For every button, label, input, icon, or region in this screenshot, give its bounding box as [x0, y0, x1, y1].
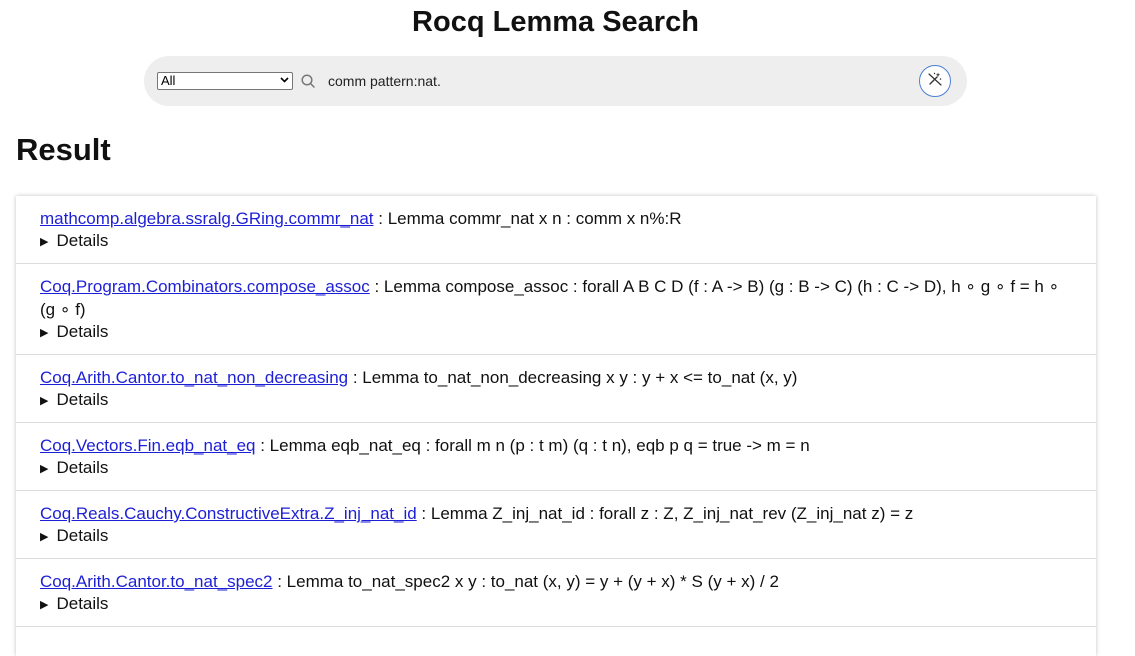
details-toggle[interactable]: ▶ Details	[40, 457, 1072, 480]
scope-select[interactable]: All	[157, 72, 293, 90]
chevron-down-icon	[280, 73, 289, 89]
lemma-statement: : Lemma to_nat_spec2 x y : to_nat (x, y)…	[272, 572, 779, 591]
lemma-link[interactable]: mathcomp.algebra.ssralg.GRing.commr_nat	[40, 209, 374, 228]
lemma-statement: : Lemma to_nat_non_decreasing x y : y + …	[348, 368, 798, 387]
triangle-right-icon: ▶	[40, 395, 49, 407]
result-item: Coq.Vectors.Fin.eqb_nat_eq : Lemma eqb_n…	[16, 423, 1096, 491]
details-toggle[interactable]: ▶ Details	[40, 230, 1072, 253]
result-heading: Result	[16, 132, 111, 167]
details-label: Details	[56, 390, 109, 409]
details-label: Details	[56, 594, 109, 613]
details-toggle[interactable]: ▶ Details	[40, 593, 1072, 616]
result-item: Coq.Arith.Cantor.to_nat_spec2 : Lemma to…	[16, 559, 1096, 627]
result-item: Coq.Arith.Cantor.to_nat_non_decreasing :…	[16, 355, 1096, 423]
lemma-link[interactable]: Coq.Vectors.Fin.eqb_nat_eq	[40, 436, 255, 455]
details-toggle[interactable]: ▶ Details	[40, 389, 1072, 412]
lemma-statement: : Lemma eqb_nat_eq : forall m n (p : t m…	[255, 436, 810, 455]
triangle-right-icon: ▶	[40, 599, 49, 611]
magic-wand-icon	[927, 71, 943, 92]
triangle-right-icon: ▶	[40, 327, 49, 339]
details-label: Details	[56, 231, 109, 250]
triangle-right-icon: ▶	[40, 236, 49, 248]
search-input[interactable]	[328, 71, 888, 91]
details-toggle[interactable]: ▶ Details	[40, 321, 1072, 344]
lemma-statement: : Lemma commr_nat x n : comm x n%:R	[373, 209, 682, 228]
lemma-link[interactable]: Coq.Arith.Cantor.to_nat_spec2	[40, 572, 272, 591]
triangle-right-icon: ▶	[40, 463, 49, 475]
details-label: Details	[56, 458, 109, 477]
result-item: Coq.Reals.Cauchy.ConstructiveExtra.Z_inj…	[16, 491, 1096, 559]
page-title: Rocq Lemma Search	[412, 6, 699, 38]
scope-select-value: All	[161, 73, 176, 88]
results-list: mathcomp.algebra.ssralg.GRing.commr_nat …	[16, 196, 1096, 656]
lemma-link[interactable]: Coq.Reals.Cauchy.ConstructiveExtra.Z_inj…	[40, 504, 417, 523]
search-bar: All	[144, 56, 967, 106]
details-toggle[interactable]: ▶ Details	[40, 525, 1072, 548]
result-item: mathcomp.algebra.ssralg.GRing.commr_nat …	[16, 196, 1096, 264]
ai-search-button[interactable]	[919, 65, 951, 97]
triangle-right-icon: ▶	[40, 531, 49, 543]
search-icon	[300, 73, 316, 89]
lemma-statement: : Lemma Z_inj_nat_id : forall z : Z, Z_i…	[416, 504, 914, 523]
lemma-link[interactable]: Coq.Arith.Cantor.to_nat_non_decreasing	[40, 368, 348, 387]
lemma-link[interactable]: Coq.Program.Combinators.compose_assoc	[40, 277, 370, 296]
details-label: Details	[56, 526, 109, 545]
result-item: Coq.Program.Combinators.compose_assoc : …	[16, 264, 1096, 355]
details-label: Details	[56, 322, 109, 341]
